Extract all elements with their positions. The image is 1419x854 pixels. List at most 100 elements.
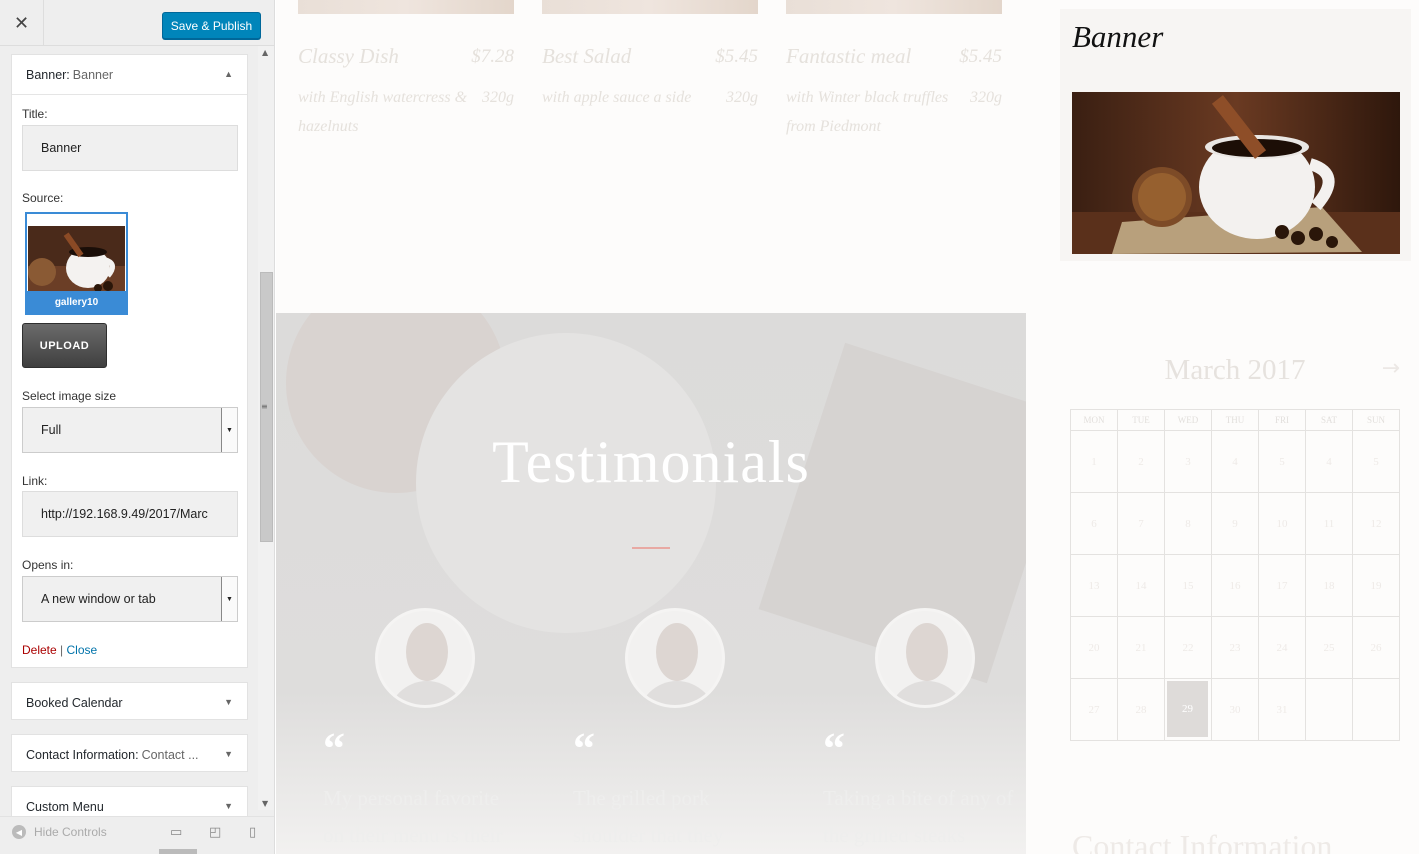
calendar-day[interactable]: 27: [1070, 678, 1118, 741]
hide-controls-label: Hide Controls: [34, 825, 107, 839]
calendar-day[interactable]: 21: [1117, 616, 1165, 679]
testimonial-text: Taking a bite of any of the grilled stea…: [823, 786, 1014, 847]
scroll-down-icon[interactable]: ▼: [262, 799, 268, 808]
custom-menu-widget[interactable]: Custom Menu ▼: [11, 786, 248, 816]
calendar-day[interactable]: 9: [1211, 492, 1259, 555]
upload-button[interactable]: UPLOAD: [22, 323, 107, 368]
day-number: 3: [1185, 455, 1191, 468]
calendar-day[interactable]: 3: [1164, 430, 1212, 493]
calendar-day[interactable]: 22: [1164, 616, 1212, 679]
weekday: FRI: [1258, 409, 1306, 431]
day-number: 16: [1229, 579, 1241, 592]
day-number: 18: [1323, 579, 1335, 592]
calendar-day[interactable]: 25: [1305, 616, 1353, 679]
tablet-preview-icon[interactable]: ◰: [209, 825, 221, 840]
day-number: 30: [1229, 703, 1241, 716]
expand-arrow-icon[interactable]: ▼: [224, 697, 233, 707]
calendar-day[interactable]: 16: [1211, 554, 1259, 617]
image-size-select[interactable]: Full ▼: [22, 407, 238, 453]
source-image-thumbnail[interactable]: gallery10: [25, 212, 128, 315]
chevron-down-icon[interactable]: ▼: [221, 408, 237, 452]
banner-widget-header[interactable]: Banner: Banner ▲: [12, 55, 247, 95]
calendar-day[interactable]: 7: [1117, 492, 1165, 555]
day-number: 2: [1138, 455, 1144, 468]
expand-arrow-icon[interactable]: ▼: [224, 749, 233, 759]
delete-link[interactable]: Delete: [22, 643, 57, 657]
calendar-day[interactable]: 31: [1258, 678, 1306, 741]
title-label: Title:: [22, 107, 48, 121]
calendar-day[interactable]: 4: [1305, 430, 1353, 493]
calendar-day[interactable]: 26: [1352, 616, 1400, 679]
avatar: [625, 608, 725, 708]
scroll-up-icon[interactable]: ▲: [262, 48, 268, 57]
link-input[interactable]: http://192.168.9.49/2017/Marc: [22, 491, 238, 537]
calendar-day[interactable]: 14: [1117, 554, 1165, 617]
widget-type: Custom Menu: [26, 800, 104, 814]
dish-description: with Winter black truffles from Piedmont: [786, 89, 949, 135]
save-publish-button[interactable]: Save & Publish: [162, 12, 261, 39]
day-number: 31: [1276, 703, 1288, 716]
calendar-day[interactable]: 5: [1258, 430, 1306, 493]
calendar-day[interactable]: 23: [1211, 616, 1259, 679]
day-number: 4: [1232, 455, 1238, 468]
customizer-header: ✕ Save & Publish: [0, 0, 274, 46]
day-number: 26: [1370, 641, 1382, 654]
calendar-day[interactable]: 24: [1258, 616, 1306, 679]
booked-calendar-widget[interactable]: Booked Calendar ▼: [11, 682, 248, 720]
calendar-day[interactable]: 10: [1258, 492, 1306, 555]
widget-type: Booked Calendar: [26, 696, 123, 710]
desktop-preview-icon[interactable]: ▭: [170, 825, 182, 840]
calendar-day[interactable]: 29: [1164, 678, 1212, 741]
dish-weight: 320g: [970, 89, 1002, 106]
calendar-day[interactable]: 13: [1070, 554, 1118, 617]
day-number: 21: [1135, 641, 1147, 654]
calendar-day[interactable]: 1: [1070, 430, 1118, 493]
calendar-day[interactable]: 8: [1164, 492, 1212, 555]
contact-information-widget[interactable]: Contact Information: Contact ... ▼: [11, 734, 248, 772]
calendar-day[interactable]: 18: [1305, 554, 1353, 617]
calendar-day[interactable]: 28: [1117, 678, 1165, 741]
opens-in-select[interactable]: A new window or tab ▼: [22, 576, 238, 622]
close-icon[interactable]: ✕: [0, 0, 44, 46]
avatar: [875, 608, 975, 708]
quote-icon: “: [323, 724, 345, 773]
grip-icon: ≡: [261, 402, 268, 411]
menu-item: Fantastic meal $5.45 with Winter black t…: [786, 0, 1002, 140]
calendar-day[interactable]: 30: [1211, 678, 1259, 741]
dish-price: $5.45: [959, 46, 1002, 67]
dish-name: Best Salad: [542, 44, 632, 68]
widget-type: Contact Information:: [26, 748, 139, 762]
calendar-day[interactable]: 15: [1164, 554, 1212, 617]
calendar-day[interactable]: 2: [1117, 430, 1165, 493]
separator: |: [60, 643, 64, 657]
calendar-day[interactable]: 5: [1352, 430, 1400, 493]
image-size-value: Full: [41, 423, 62, 437]
calendar-day[interactable]: 11: [1305, 492, 1353, 555]
title-input[interactable]: Banner: [22, 125, 238, 171]
calendar-day[interactable]: 6: [1070, 492, 1118, 555]
close-link[interactable]: Close: [67, 643, 98, 657]
quote-icon: “: [573, 724, 595, 773]
banner-widget-preview: Banner: [1060, 9, 1411, 261]
day-number: 8: [1185, 517, 1191, 530]
banner-image[interactable]: [1072, 92, 1400, 254]
scrollbar[interactable]: ▲ ≡ ▼: [258, 46, 274, 810]
weekday: WED: [1164, 409, 1212, 431]
hide-controls-button[interactable]: ◀ Hide Controls: [12, 825, 107, 839]
calendar-day[interactable]: 20: [1070, 616, 1118, 679]
calendar-day[interactable]: 17: [1258, 554, 1306, 617]
calendar-day[interactable]: 12: [1352, 492, 1400, 555]
banner-title: Banner: [1072, 19, 1164, 54]
day-number: 22: [1182, 641, 1194, 654]
collapse-arrow-icon[interactable]: ▲: [224, 69, 233, 79]
calendar-grid: MON TUE WED THU FRI SAT SUN 123454567891…: [1070, 409, 1400, 741]
calendar-day[interactable]: 19: [1352, 554, 1400, 617]
calendar-day[interactable]: 4: [1211, 430, 1259, 493]
arrow-right-icon[interactable]: →: [1382, 356, 1400, 381]
dish-price: $5.45: [715, 46, 758, 67]
expand-arrow-icon[interactable]: ▼: [224, 801, 233, 811]
image-size-label: Select image size: [22, 389, 117, 403]
mobile-preview-icon[interactable]: ▯: [249, 825, 256, 840]
chevron-down-icon[interactable]: ▼: [221, 577, 237, 621]
day-number: 7: [1138, 517, 1144, 530]
